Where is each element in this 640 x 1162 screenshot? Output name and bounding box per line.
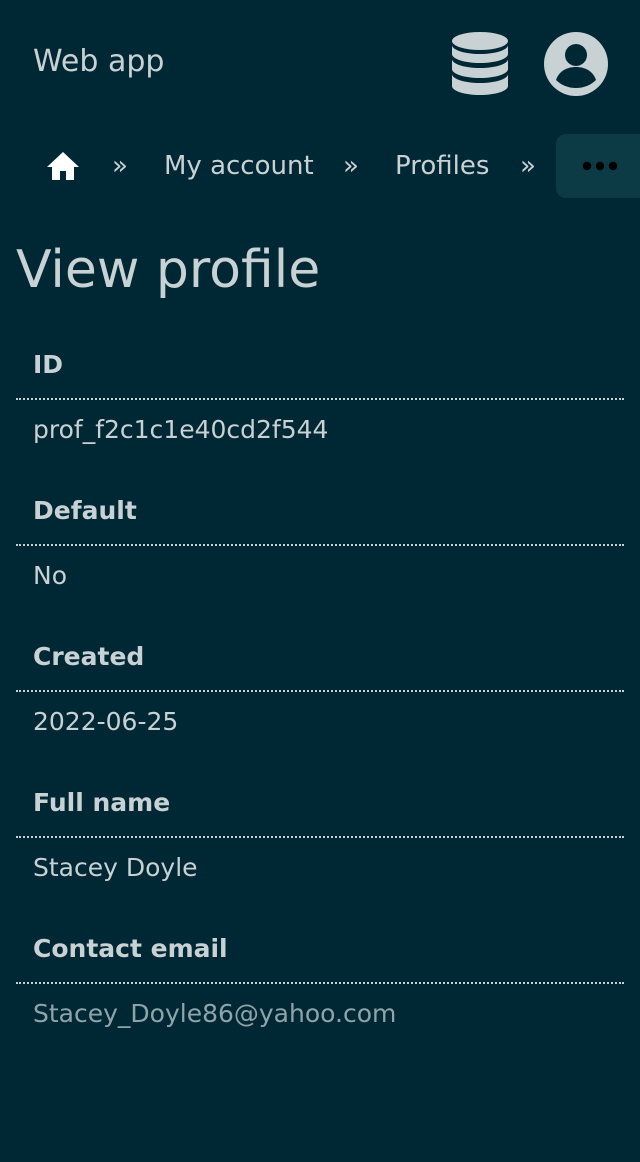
field-value: 2022-06-25 — [33, 707, 179, 736]
app-header: Web app — [0, 0, 640, 126]
breadcrumb-home[interactable] — [46, 134, 80, 198]
home-icon — [47, 152, 79, 180]
field-label: Default — [16, 486, 624, 546]
database-button[interactable] — [448, 30, 512, 98]
field-value: No — [33, 561, 67, 590]
breadcrumb-separator: » — [520, 151, 536, 181]
ellipsis-icon — [582, 161, 618, 171]
breadcrumb-separator: » — [112, 151, 128, 181]
field-label: Contact email — [16, 924, 624, 984]
breadcrumb-item-profiles[interactable]: Profiles — [395, 134, 489, 198]
breadcrumb-separator: » — [343, 151, 359, 181]
field-id: ID prof_f2c1c1e40cd2f544 — [16, 340, 624, 486]
field-created: Created 2022-06-25 — [16, 632, 624, 778]
app-title[interactable]: Web app — [33, 42, 164, 82]
field-default: Default No — [16, 486, 624, 632]
field-value: prof_f2c1c1e40cd2f544 — [33, 415, 329, 444]
user-menu-button[interactable] — [542, 30, 610, 98]
field-full-name: Full name Stacey Doyle — [16, 778, 624, 924]
profile-details: ID prof_f2c1c1e40cd2f544 Default No Crea… — [16, 340, 624, 1070]
page-title: View profile — [16, 240, 321, 300]
field-label: ID — [16, 340, 624, 400]
breadcrumb: » My account » Profiles » — [0, 134, 640, 198]
contact-email-link[interactable]: Stacey_Doyle86@yahoo.com — [16, 984, 624, 1030]
breadcrumb-item-my-account[interactable]: My account — [164, 134, 314, 198]
field-label: Created — [16, 632, 624, 692]
user-circle-icon — [544, 32, 608, 96]
field-label: Full name — [16, 778, 624, 838]
field-value: Stacey Doyle — [33, 853, 198, 882]
database-icon — [452, 32, 508, 95]
field-contact-email: Contact email Stacey_Doyle86@yahoo.com — [16, 924, 624, 1070]
breadcrumb-more-button[interactable] — [556, 134, 640, 198]
